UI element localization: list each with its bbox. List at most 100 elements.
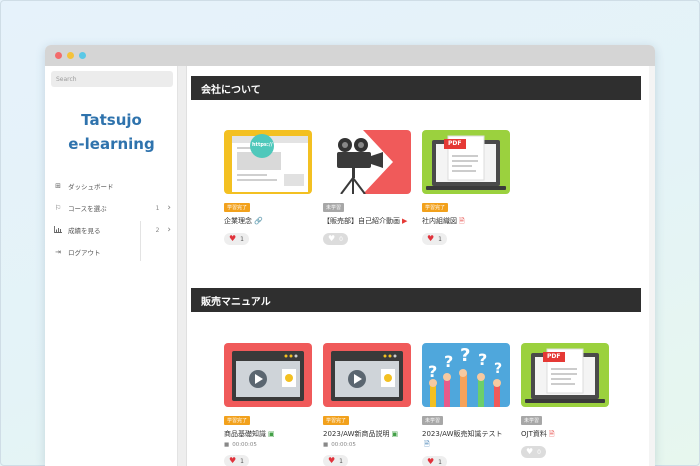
card-title[interactable]: 2023/AW販売知識テスト (422, 430, 503, 438)
card-title[interactable]: 企業理念 (224, 217, 252, 225)
like-count: 0 (537, 448, 541, 456)
sidebar-item-count: 1 (155, 204, 160, 212)
chart-icon (53, 225, 63, 235)
sidebar-item-logout[interactable]: ⇥ ログアウト (53, 245, 171, 259)
card-thumbnail: PDF (422, 130, 510, 194)
link-icon: 🔗 (254, 217, 263, 225)
course-card[interactable]: https:// 学習完了 企業理念 🔗 ♥ 1 (224, 130, 312, 245)
flag-icon: ⚐ (54, 204, 62, 212)
heart-icon: ♥ (427, 457, 435, 466)
like-count: 1 (240, 457, 244, 465)
like-button[interactable]: ♥ 1 (323, 455, 348, 466)
card-thumbnail: https:// (224, 130, 312, 194)
browser-window: Tatsujo e-learning ⊞ ダッシュボード ⚐ コースを選ぶ 1 … (45, 45, 655, 466)
youtube-icon: ▶ (402, 217, 408, 225)
status-badge: 未学習 (422, 416, 444, 425)
window-titlebar (45, 45, 655, 66)
svg-text:?: ? (494, 361, 502, 377)
doc-icon: 🗎 (424, 440, 430, 448)
sidebar-item-dashboard[interactable]: ⊞ ダッシュボード (53, 179, 171, 193)
card-thumbnail: ? ? ? ? ? (422, 343, 510, 407)
status-badge: 学習完了 (422, 203, 449, 212)
course-card[interactable]: 学習完了 2023/AW新商品説明 ▣ ■ 00:00:05 ♥ 1 (323, 343, 411, 466)
url-label: https:// (252, 142, 273, 148)
pdf-label: PDF (547, 353, 561, 360)
card-duration: 00:00:05 (232, 442, 257, 448)
slides-icon: ▣ (268, 430, 275, 438)
slides-icon: ▣ (391, 430, 399, 438)
card-duration: 00:00:05 (331, 442, 356, 448)
sidebar-item-label: コースを選ぶ (68, 205, 107, 213)
dashboard-icon: ⊞ (55, 182, 61, 190)
heart-icon: ♥ (229, 234, 237, 243)
card-title[interactable]: 商品基礎知識 (224, 430, 266, 438)
brand-line-2: e-learning (68, 135, 155, 153)
card-title[interactable]: OJT資料 (521, 430, 547, 438)
pdf-icon: 🗎 (548, 430, 555, 438)
heart-icon: ♥ (427, 234, 435, 243)
sidebar-item-courses[interactable]: ⚐ コースを選ぶ 1 › (53, 201, 171, 215)
brand-logo[interactable]: Tatsujo e-learning (45, 108, 178, 156)
video-icon: ■ (323, 442, 329, 448)
course-card[interactable]: ? ? ? ? ? 未学習 2023/AW販売知識テスト🗎 ♥ 1 (422, 343, 510, 466)
sidebar-scrollbar[interactable] (178, 66, 187, 466)
card-title[interactable]: 2023/AW新商品説明 (323, 430, 390, 438)
heart-icon: ♥ (328, 234, 336, 243)
section-header: 販売マニュアル (191, 288, 641, 312)
minimize-dot[interactable] (67, 52, 74, 59)
card-title[interactable]: 【販売部】自己紹介動画 (323, 217, 400, 225)
course-card[interactable]: 学習完了 商品基礎知識 ▣ ■ 00:00:05 ♥ 1 (224, 343, 312, 466)
maximize-dot[interactable] (79, 52, 86, 59)
chevron-right-icon: › (167, 225, 171, 235)
svg-text:?: ? (460, 345, 470, 366)
card-thumbnail (224, 343, 312, 407)
pdf-icon: 🗎 (459, 217, 465, 225)
like-count: 0 (339, 235, 343, 243)
brand-line-1: Tatsujo (81, 111, 142, 129)
video-icon: ■ (224, 442, 230, 448)
sidebar-item-label: ダッシュボード (68, 183, 114, 191)
pdf-label: PDF (448, 140, 462, 147)
svg-text:?: ? (428, 362, 437, 381)
like-button[interactable]: ♥ 1 (224, 455, 249, 466)
card-title[interactable]: 社内組織図 (422, 217, 457, 225)
heart-icon: ♥ (526, 447, 534, 456)
status-badge: 学習完了 (323, 416, 350, 425)
like-count: 1 (438, 458, 442, 466)
svg-text:?: ? (444, 352, 453, 371)
status-badge: 学習完了 (224, 416, 251, 425)
like-count: 1 (438, 235, 442, 243)
card-thumbnail (323, 343, 411, 407)
main-scrollbar[interactable] (649, 66, 655, 466)
like-count: 1 (240, 235, 244, 243)
status-badge: 学習完了 (224, 203, 251, 212)
nav-divider (140, 221, 141, 261)
like-button[interactable]: ♥ 1 (224, 233, 249, 245)
card-thumbnail (323, 130, 411, 194)
status-badge: 未学習 (323, 203, 345, 212)
section-header: 会社について (191, 76, 641, 100)
sidebar-item-label: 成績を見る (68, 227, 101, 235)
course-card[interactable]: PDF 学習完了 社内組織図 🗎 ♥ 1 (422, 130, 510, 245)
like-count: 1 (339, 457, 343, 465)
status-badge: 未学習 (521, 416, 543, 425)
sidebar-item-grades[interactable]: 成績を見る 2 › (53, 223, 171, 237)
search-input[interactable] (51, 71, 173, 87)
heart-icon: ♥ (328, 456, 336, 465)
chevron-right-icon: › (167, 203, 171, 213)
like-button[interactable]: ♥ 0 (521, 446, 546, 458)
sidebar-item-count: 2 (155, 226, 160, 234)
logout-icon: ⇥ (55, 248, 61, 256)
sidebar: Tatsujo e-learning ⊞ ダッシュボード ⚐ コースを選ぶ 1 … (45, 66, 178, 466)
like-button[interactable]: ♥ 1 (422, 456, 447, 466)
sidebar-item-label: ログアウト (68, 249, 101, 257)
heart-icon: ♥ (229, 456, 237, 465)
like-button[interactable]: ♥ 0 (323, 233, 348, 245)
like-button[interactable]: ♥ 1 (422, 233, 447, 245)
svg-text:?: ? (478, 350, 487, 369)
main-content: 会社について https:// 学習完了 企業理念 🔗 ♥ 1 未学習 【販売部… (187, 66, 655, 466)
close-dot[interactable] (55, 52, 62, 59)
card-thumbnail: PDF (521, 343, 609, 407)
course-card[interactable]: PDF 未学習 OJT資料 🗎 ♥ 0 (521, 343, 609, 458)
course-card[interactable]: 未学習 【販売部】自己紹介動画 ▶ ♥ 0 (323, 130, 411, 245)
